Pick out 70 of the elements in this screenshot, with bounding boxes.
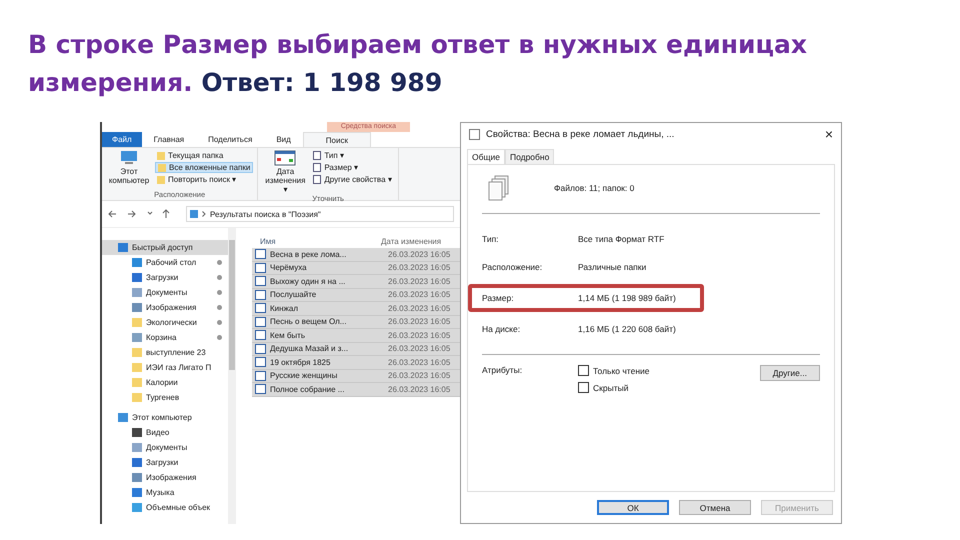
calendar-icon bbox=[274, 150, 296, 166]
attributes-label: Атрибуты: bbox=[482, 365, 524, 375]
attribute-checkbox[interactable]: Только чтение bbox=[578, 365, 760, 376]
dialog-tab[interactable]: Общие bbox=[467, 149, 505, 164]
file-row[interactable]: Песнь о вещем Ол... 26.03.2023 16:05 bbox=[252, 316, 460, 329]
column-header[interactable]: Имя bbox=[260, 236, 381, 246]
ribbon-option[interactable]: Текущая папка bbox=[155, 150, 254, 161]
nav-item[interactable]: Рабочий стол bbox=[102, 255, 228, 270]
nav-item[interactable]: ИЭИ газ Лигато П bbox=[102, 360, 228, 375]
this-computer-button[interactable]: Этот компьютер bbox=[106, 150, 152, 190]
ribbon-option[interactable]: Тип ▾ bbox=[311, 150, 394, 161]
nav-item[interactable]: Быстрый доступ bbox=[102, 240, 228, 255]
nav-item[interactable]: Объемные объек bbox=[102, 500, 228, 515]
checkbox[interactable] bbox=[578, 382, 589, 393]
ribbon-option[interactable]: Размер ▾ bbox=[311, 162, 394, 173]
file-row[interactable]: Весна в реке лома... 26.03.2023 16:05 bbox=[252, 248, 460, 262]
ribbon-tab[interactable]: Поделиться bbox=[196, 132, 264, 147]
nav-item[interactable]: Этот компьютер bbox=[102, 410, 228, 425]
ribbon-tab[interactable]: Главная bbox=[142, 132, 196, 147]
file-row[interactable]: Выхожу один я на ... 26.03.2023 16:05 bbox=[252, 275, 460, 288]
dialog-tab[interactable]: Подробно bbox=[504, 149, 554, 164]
other-attributes-button[interactable]: Другие... bbox=[760, 365, 820, 381]
ribbon-option[interactable]: Повторить поиск ▾ bbox=[155, 174, 254, 185]
ribbon-tab[interactable]: Поиск bbox=[302, 132, 371, 147]
nav-item[interactable]: Изображения bbox=[102, 470, 228, 485]
attribute-checkbox[interactable]: Скрытый bbox=[578, 382, 760, 393]
ribbon-tab[interactable]: Файл bbox=[102, 132, 142, 147]
nav-item[interactable]: выступление 23 bbox=[102, 345, 228, 360]
nav-item[interactable]: Загрузки bbox=[102, 270, 228, 285]
file-row[interactable]: Полное собрание ... 26.03.2023 16:05 bbox=[252, 383, 460, 396]
checkbox[interactable] bbox=[578, 365, 589, 376]
nav-item[interactable]: Музыка bbox=[102, 485, 228, 500]
date-modified-button[interactable]: Дата изменения ▾ bbox=[262, 150, 308, 194]
property-value: Различные папки bbox=[578, 262, 646, 272]
file-row[interactable]: 19 октября 1825 26.03.2023 16:05 bbox=[252, 356, 460, 370]
nav-item[interactable]: Экологически bbox=[102, 315, 228, 330]
nav-item[interactable]: Видео bbox=[102, 425, 228, 440]
property-label: Размер: bbox=[482, 293, 515, 303]
scrollbar[interactable] bbox=[228, 228, 236, 524]
file-row[interactable]: Послушайте 26.03.2023 16:05 bbox=[252, 288, 460, 302]
ribbon-option[interactable]: Другие свойства ▾ bbox=[311, 174, 394, 185]
ribbon-option[interactable]: Все вложенные папки bbox=[155, 162, 254, 173]
nav-item[interactable]: Изображения bbox=[102, 300, 228, 315]
ribbon-tab[interactable]: Вид bbox=[264, 132, 303, 147]
nav-item[interactable]: Загрузки bbox=[102, 455, 228, 470]
nav-item[interactable]: Документы bbox=[102, 440, 228, 455]
dialog-title: Свойства: Весна в реке ломает льдины, ... bbox=[486, 128, 676, 140]
nav-item[interactable]: Тургенев bbox=[102, 390, 228, 405]
file-row[interactable]: Черёмуха 26.03.2023 16:05 bbox=[252, 262, 460, 275]
file-row[interactable]: Дедушка Мазай и з... 26.03.2023 16:05 bbox=[252, 342, 460, 356]
file-row[interactable]: Русские женщины 26.03.2023 16:05 bbox=[252, 370, 460, 383]
property-value: 1,16 МБ (1 220 608 байт) bbox=[578, 324, 676, 334]
address-bar[interactable]: Результаты поиска в "Поэзия" bbox=[186, 206, 454, 222]
chevron-icon bbox=[202, 211, 206, 217]
nav-item[interactable]: Калории bbox=[102, 375, 228, 390]
dialog-button[interactable]: ОК bbox=[597, 500, 669, 515]
nav-item[interactable]: Документы bbox=[102, 285, 228, 300]
property-value: 1,14 МБ (1 198 989 байт) bbox=[578, 293, 676, 303]
nav-item[interactable]: Корзина bbox=[102, 330, 228, 345]
close-button[interactable]: × bbox=[824, 127, 833, 141]
property-label: Расположение: bbox=[482, 262, 544, 272]
file-row[interactable]: Кинжал 26.03.2023 16:05 bbox=[252, 302, 460, 316]
property-label: На диске: bbox=[482, 324, 522, 334]
slide-heading: В строке Размер выбираем ответ в нужных единицах измерения. Ответ: 1 198 989 bbox=[28, 29, 808, 99]
summary-text: Файлов: 11; папок: 0 bbox=[554, 183, 634, 193]
column-header[interactable]: Дата изменения bbox=[381, 236, 442, 246]
property-value: Все типа Формат RTF bbox=[578, 234, 664, 244]
property-label: Тип: bbox=[482, 234, 500, 244]
dialog-button[interactable]: Отмена bbox=[679, 500, 751, 515]
file-row[interactable]: Кем быть 26.03.2023 16:05 bbox=[252, 329, 460, 342]
